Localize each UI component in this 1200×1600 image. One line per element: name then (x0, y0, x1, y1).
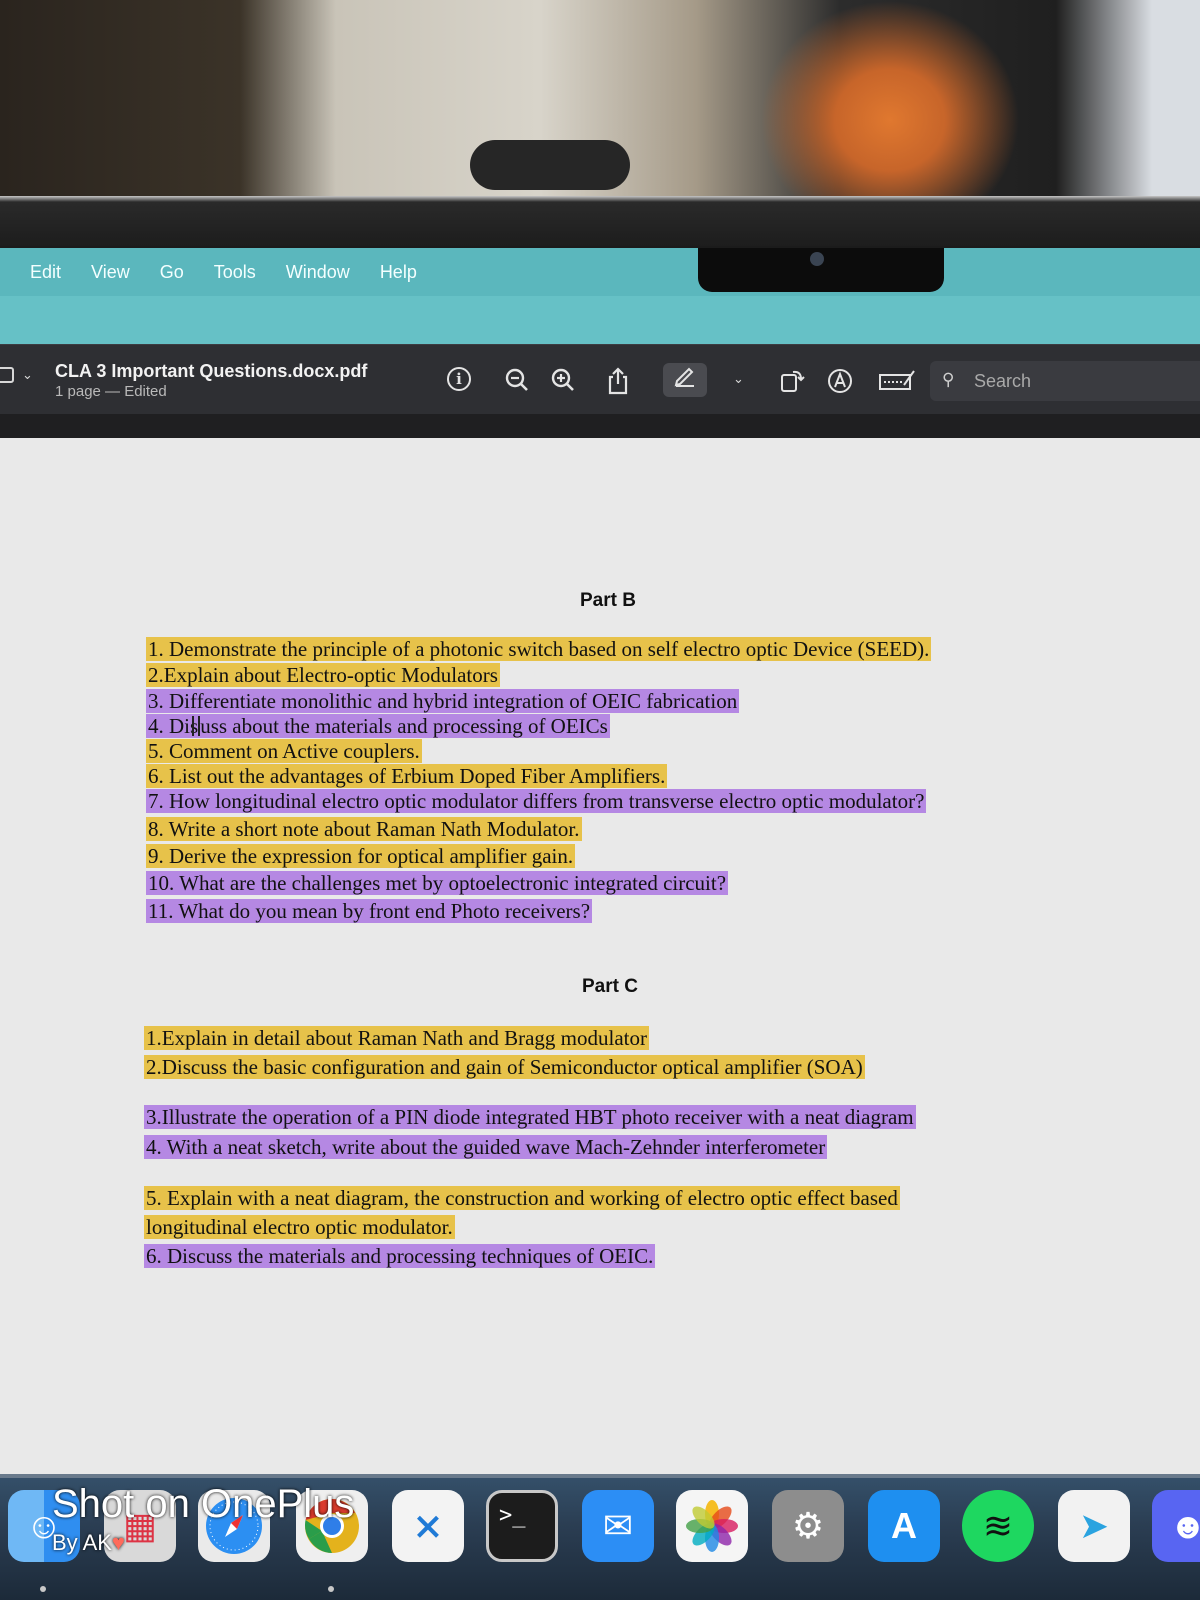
rotate-button[interactable] (778, 367, 806, 395)
sidebar-toggle-icon[interactable] (0, 367, 14, 383)
dock-edge (0, 1474, 1200, 1478)
menu-window[interactable]: Window (286, 262, 350, 283)
laptop-bezel (0, 196, 1200, 246)
photo-frame: Edit View Go Tools Window Help ⌄ CLA 3 I… (0, 0, 1200, 1600)
part-b-question-2: 2.Explain about Electro-optic Modulators (146, 663, 500, 687)
menu-help[interactable]: Help (380, 262, 417, 283)
share-icon (608, 367, 628, 395)
part-b-question-9: 9. Derive the expression for optical amp… (146, 844, 576, 868)
pdf-page: Part B 1. Demonstrate the principle of a… (0, 438, 1200, 1474)
camera-watermark-author: By AK♥ (52, 1530, 125, 1556)
part-b-question-7: 7. How longitudinal electro optic modula… (146, 789, 927, 813)
camera-notch (698, 248, 944, 292)
document-subtitle: 1 page — Edited (55, 383, 167, 400)
menu-go[interactable]: Go (160, 262, 184, 283)
pen-icon (674, 367, 694, 387)
app-store-icon[interactable]: A (868, 1490, 940, 1562)
background-room (0, 0, 1200, 200)
zoom-in-icon (551, 368, 574, 391)
zoom-in-button[interactable] (549, 367, 577, 395)
background-object (760, 0, 1020, 200)
part-b-question-6: 6. List out the advantages of Erbium Dop… (146, 764, 668, 788)
part-b-question-10: 10. What are the challenges met by optoe… (146, 871, 729, 895)
part-b-question-1: 1. Demonstrate the principle of a photon… (146, 637, 932, 661)
question-4-text-start: 4. Dis (148, 714, 199, 738)
menu-bar: Edit View Go Tools Window Help (0, 248, 1200, 296)
info-button[interactable]: i (447, 367, 475, 395)
part-c-question-5: 5. Explain with a neat diagram, the cons… (144, 1186, 900, 1210)
camera-watermark: Shot on OnePlus (52, 1482, 355, 1526)
annotate-button[interactable] (826, 367, 854, 395)
part-c-question-1: 1.Explain in detail about Raman Nath and… (144, 1026, 649, 1050)
markup-options-chevron-icon[interactable]: ⌄ (733, 371, 744, 387)
watermark-author-text: By AK (52, 1530, 112, 1555)
annotate-circle-a-icon (828, 369, 852, 393)
desktop-wallpaper (0, 296, 1200, 344)
zoom-out-button[interactable] (503, 367, 531, 395)
part-b-question-3: 3. Differentiate monolithic and hybrid i… (146, 689, 740, 713)
mail-icon[interactable]: ✉ (582, 1490, 654, 1562)
part-b-question-8: 8. Write a short note about Raman Nath M… (146, 817, 582, 841)
search-placeholder: Search (974, 371, 1032, 391)
telegram-icon[interactable]: ➤ (1058, 1490, 1130, 1562)
part-c-question-6: 6. Discuss the materials and processing … (144, 1244, 656, 1268)
flower-icon (686, 1500, 738, 1552)
text-cursor-icon (192, 716, 201, 736)
menu-view[interactable]: View (91, 262, 130, 283)
photos-icon[interactable] (676, 1490, 748, 1562)
menu-edit[interactable]: Edit (30, 262, 61, 283)
document-title: CLA 3 Important Questions.docx.pdf (55, 361, 368, 381)
vscode-icon[interactable]: ⨯ (392, 1490, 464, 1562)
part-b-question-4: 4. Disuss about the materials and proces… (146, 714, 610, 738)
zoom-out-icon (505, 368, 528, 391)
search-field[interactable]: ⚲ Search (930, 361, 1200, 401)
part-b-heading: Part B (580, 590, 636, 611)
signature-field-icon (879, 370, 915, 390)
part-c-question-4: 4. With a neat sketch, write about the g… (144, 1135, 828, 1159)
info-icon: i (447, 367, 471, 391)
form-fill-button[interactable] (878, 367, 918, 395)
camera-icon (810, 252, 824, 266)
heart-icon: ♥ (111, 1530, 125, 1555)
spotify-icon[interactable]: ≋ (962, 1490, 1034, 1562)
discord-icon[interactable]: ☻ (1152, 1490, 1200, 1562)
system-settings-icon[interactable]: ⚙ (772, 1490, 844, 1562)
rotate-icon (781, 370, 805, 392)
running-indicator (328, 1586, 334, 1592)
search-icon: ⚲ (942, 370, 955, 389)
part-c-question-3: 3.Illustrate the operation of a PIN diod… (144, 1105, 916, 1129)
menu-tools[interactable]: Tools (214, 262, 256, 283)
part-c-question-5-continued: longitudinal electro optic modulator. (144, 1215, 455, 1239)
chevron-down-icon[interactable]: ⌄ (22, 367, 33, 383)
part-b-question-11: 11. What do you mean by front end Photo … (146, 899, 593, 923)
preview-toolbar: ⌄ CLA 3 Important Questions.docx.pdf 1 p… (0, 344, 1200, 414)
part-b-question-5: 5. Comment on Active couplers. (146, 739, 422, 763)
part-c-heading: Part C (582, 976, 638, 997)
background-object (470, 140, 630, 190)
share-button[interactable] (604, 367, 632, 395)
markup-pen-button[interactable] (663, 363, 707, 397)
terminal-icon[interactable]: >_ (486, 1490, 558, 1562)
running-indicator (40, 1586, 46, 1592)
question-4-text-end: uss about the materials and processing o… (200, 714, 608, 738)
window-gap (0, 414, 1200, 438)
part-c-question-2: 2.Discuss the basic configuration and ga… (144, 1055, 865, 1079)
